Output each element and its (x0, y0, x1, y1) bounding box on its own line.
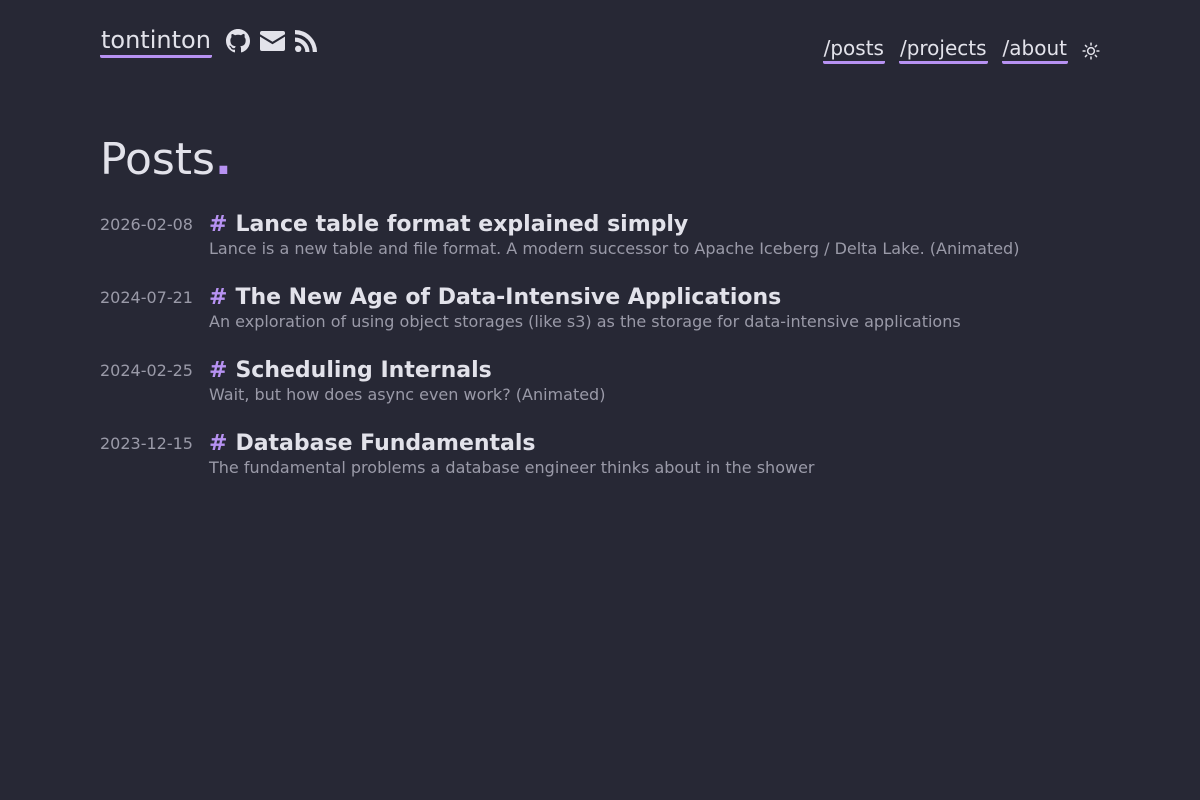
hash-icon: # (209, 358, 228, 383)
post-title-link[interactable]: # Database Fundamentals (209, 429, 536, 459)
rss-icon[interactable] (294, 30, 317, 52)
page: tontinton /posts /projects /about Posts.… (0, 0, 1200, 800)
post-body: # Scheduling Internals Wait, but how does… (209, 356, 1100, 406)
post-description: Lance is a new table and file format. A … (209, 239, 1020, 258)
post-title-text: The New Age of Data-Intensive Applicatio… (235, 285, 782, 310)
social-links (225, 29, 317, 53)
post-body: # The New Age of Data-Intensive Applicati… (209, 283, 1100, 333)
post-title-link[interactable]: # Scheduling Internals (209, 356, 492, 386)
site-name-link[interactable]: tontinton (100, 26, 212, 58)
page-title-text: Posts (100, 134, 215, 185)
post-body: # Database Fundamentals The fundamental p… (209, 429, 1100, 479)
post-description: Wait, but how does async even work? (Ani… (209, 385, 606, 404)
list-item: 2024-02-25 # Scheduling Internals Wait, b… (100, 356, 1100, 406)
title-dot: . (214, 134, 232, 185)
post-title-text: Scheduling Internals (235, 358, 492, 383)
post-date: 2023-12-15 (100, 434, 193, 453)
post-title-text: Lance table format explained simply (235, 212, 689, 237)
hash-icon: # (209, 431, 228, 456)
post-list: 2026-02-08 # Lance table format explained… (100, 210, 1100, 479)
nav-link-posts[interactable]: /posts (822, 36, 885, 64)
post-date: 2026-02-08 (100, 215, 193, 234)
main-nav: /posts /projects /about (809, 36, 1100, 64)
post-body: # Lance table format explained simply Lan… (209, 210, 1100, 260)
list-item: 2026-02-08 # Lance table format explained… (100, 210, 1100, 260)
site-header: tontinton /posts /projects /about (100, 26, 1100, 66)
post-date: 2024-02-25 (100, 361, 193, 380)
sun-icon (1082, 41, 1100, 60)
post-description: An exploration of using object storages … (209, 312, 961, 331)
github-icon[interactable] (225, 29, 250, 53)
main-content: Posts. 2026-02-08 # Lance table format ex… (100, 132, 1100, 502)
list-item: 2023-12-15 # Database Fundamentals The fu… (100, 429, 1100, 479)
hash-icon: # (209, 285, 228, 310)
post-description: The fundamental problems a database engi… (209, 458, 815, 477)
post-title-text: Database Fundamentals (235, 431, 536, 456)
post-date: 2024-07-21 (100, 288, 193, 307)
nav-link-about[interactable]: /about (1001, 36, 1068, 64)
nav-link-projects[interactable]: /projects (898, 36, 988, 64)
post-title-link[interactable]: # The New Age of Data-Intensive Applicati… (209, 283, 781, 313)
list-item: 2024-07-21 # The New Age of Data-Intensiv… (100, 283, 1100, 333)
page-title: Posts. (100, 132, 1100, 188)
brand: tontinton (100, 26, 317, 58)
post-title-link[interactable]: # Lance table format explained simply (209, 210, 688, 240)
mail-icon[interactable] (259, 31, 285, 51)
theme-toggle-button[interactable] (1082, 41, 1100, 60)
hash-icon: # (209, 212, 228, 237)
